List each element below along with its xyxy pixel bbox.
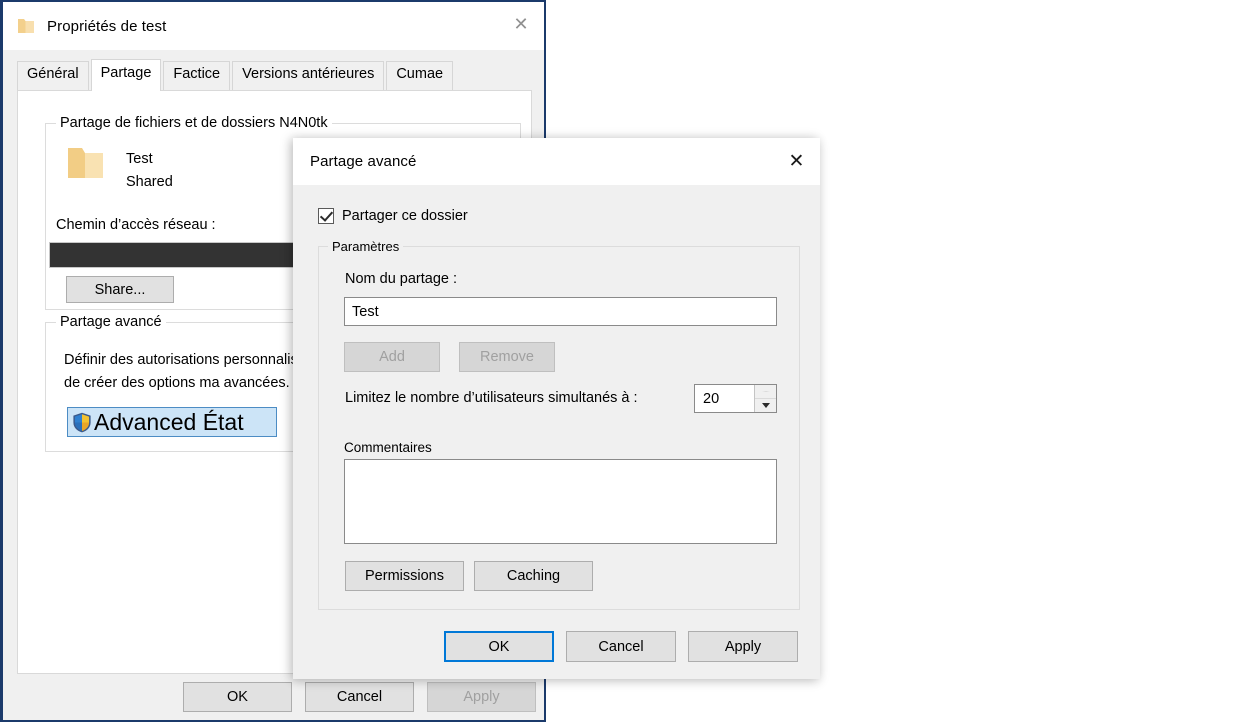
user-limit-label: Limitez le nombre d’utilisateurs simulta… [345,390,638,406]
user-limit-stepper[interactable]: 20 [694,384,777,413]
tab-versions-anterieures[interactable]: Versions antérieures [232,61,385,90]
share-name-input[interactable]: Test [344,297,777,326]
stepper-down-icon[interactable] [755,399,776,412]
tab-cumae[interactable]: Cumae [386,61,454,90]
properties-cancel-button[interactable]: Cancel [305,682,414,712]
advanced-button-label: Advanced État [94,409,244,435]
folder-icon [17,18,35,34]
properties-footer: OK Cancel Apply [3,678,544,720]
advanced-button[interactable]: Advanced État [67,407,277,437]
advanced-sharing-groupbox-legend: Partage avancé [56,313,166,332]
share-name-label: Nom du partage : [345,271,458,287]
permissions-button[interactable]: Permissions [345,561,464,591]
shared-folder-status: Shared [126,174,173,190]
shared-folder-row: Test Shared [66,146,173,194]
caching-button[interactable]: Caching [474,561,593,591]
advanced-ok-button[interactable]: OK [444,631,554,662]
share-this-folder-checkbox[interactable] [318,208,334,224]
advanced-sharing-titlebar: Partage avancé ✕ [293,138,820,185]
network-path-label: Chemin d’accès réseau : [56,217,216,233]
properties-tabstrip: Général Partage Factice Versions antérie… [17,59,455,91]
folder-icon [66,146,106,180]
tab-partage[interactable]: Partage [90,59,162,91]
stepper-up-icon[interactable] [755,385,776,399]
user-limit-arrows [754,385,776,412]
advanced-sharing-window-title: Partage avancé [310,153,417,170]
share-this-folder-checkbox-row[interactable]: Partager ce dossier [318,208,468,224]
remove-button: Remove [459,342,555,372]
properties-titlebar: Propriétés de test ✕ [3,2,544,50]
settings-groupbox: Paramètres Nom du partage : Test Add Rem… [318,238,800,610]
properties-apply-button: Apply [427,682,536,712]
advanced-apply-button[interactable]: Apply [688,631,798,662]
properties-window-title: Propriétés de test [47,17,167,35]
advanced-cancel-button[interactable]: Cancel [566,631,676,662]
user-limit-value[interactable]: 20 [695,385,754,412]
add-button: Add [344,342,440,372]
close-icon[interactable]: ✕ [498,2,544,48]
comments-input[interactable] [344,459,777,544]
close-icon[interactable]: ✕ [773,138,820,184]
shared-folder-name: Test [126,151,153,167]
uac-shield-icon [72,412,92,433]
settings-groupbox-legend: Paramètres [328,238,404,255]
properties-ok-button[interactable]: OK [183,682,292,712]
network-path-value-redacted [49,242,294,268]
share-this-folder-label: Partager ce dossier [342,208,468,224]
comments-label: Commentaires [344,440,432,455]
file-sharing-groupbox-legend: Partage de fichiers et de dossiers N4N0t… [56,114,332,133]
tab-general[interactable]: Général [17,61,89,90]
share-button[interactable]: Share... [66,276,174,303]
advanced-sharing-window: Partage avancé ✕ Partager ce dossier Par… [293,138,820,679]
tab-factice[interactable]: Factice [163,61,231,90]
